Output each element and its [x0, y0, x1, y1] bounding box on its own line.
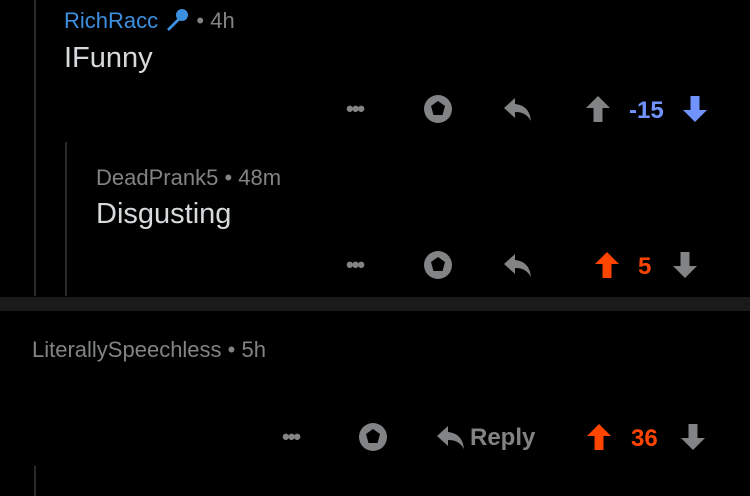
- comment-meta: RichRacc • 4h: [64, 8, 235, 34]
- meta-separator: •: [224, 165, 233, 190]
- award-icon[interactable]: [423, 250, 453, 280]
- vote-score: 5: [638, 253, 652, 280]
- comment-timestamp: 48m: [238, 165, 282, 190]
- reply-icon[interactable]: [503, 252, 533, 280]
- thread-line-level1: [34, 0, 36, 296]
- downvote-icon[interactable]: [680, 423, 706, 451]
- more-options-button[interactable]: •••: [346, 254, 365, 276]
- comment-author[interactable]: RichRacc: [64, 8, 158, 33]
- vote-score: -15: [629, 97, 664, 124]
- meta-separator: •: [227, 337, 236, 362]
- comment-author[interactable]: DeadPrank5: [96, 165, 218, 190]
- upvote-icon[interactable]: [586, 423, 612, 451]
- downvote-icon[interactable]: [682, 95, 708, 123]
- more-options-button[interactable]: •••: [282, 426, 301, 448]
- more-options-button[interactable]: •••: [346, 98, 365, 120]
- comment-meta: DeadPrank5 • 48m: [96, 165, 281, 191]
- meta-separator: •: [196, 8, 205, 33]
- reply-icon[interactable]: [503, 96, 533, 124]
- award-icon[interactable]: [358, 422, 388, 452]
- upvote-icon[interactable]: [594, 251, 620, 279]
- comment-body: Disgusting: [96, 198, 232, 230]
- comment-body: IFunny: [64, 42, 153, 74]
- reply-icon: [437, 426, 464, 449]
- reply-label: Reply: [470, 424, 536, 451]
- comment-author[interactable]: LiterallySpeechless: [32, 337, 222, 362]
- vote-score: 36: [631, 425, 658, 452]
- comment-timestamp: 5h: [241, 337, 266, 362]
- thread-line-level2: [65, 142, 67, 296]
- microphone-icon: [167, 9, 189, 31]
- award-icon[interactable]: [423, 94, 453, 124]
- downvote-icon[interactable]: [672, 251, 698, 279]
- thread-separator: [0, 297, 750, 311]
- comment-timestamp: 4h: [210, 8, 235, 33]
- thread-line-level1-bottom: [34, 466, 36, 496]
- upvote-icon[interactable]: [585, 95, 611, 123]
- comment-meta: LiterallySpeechless • 5h: [32, 337, 266, 363]
